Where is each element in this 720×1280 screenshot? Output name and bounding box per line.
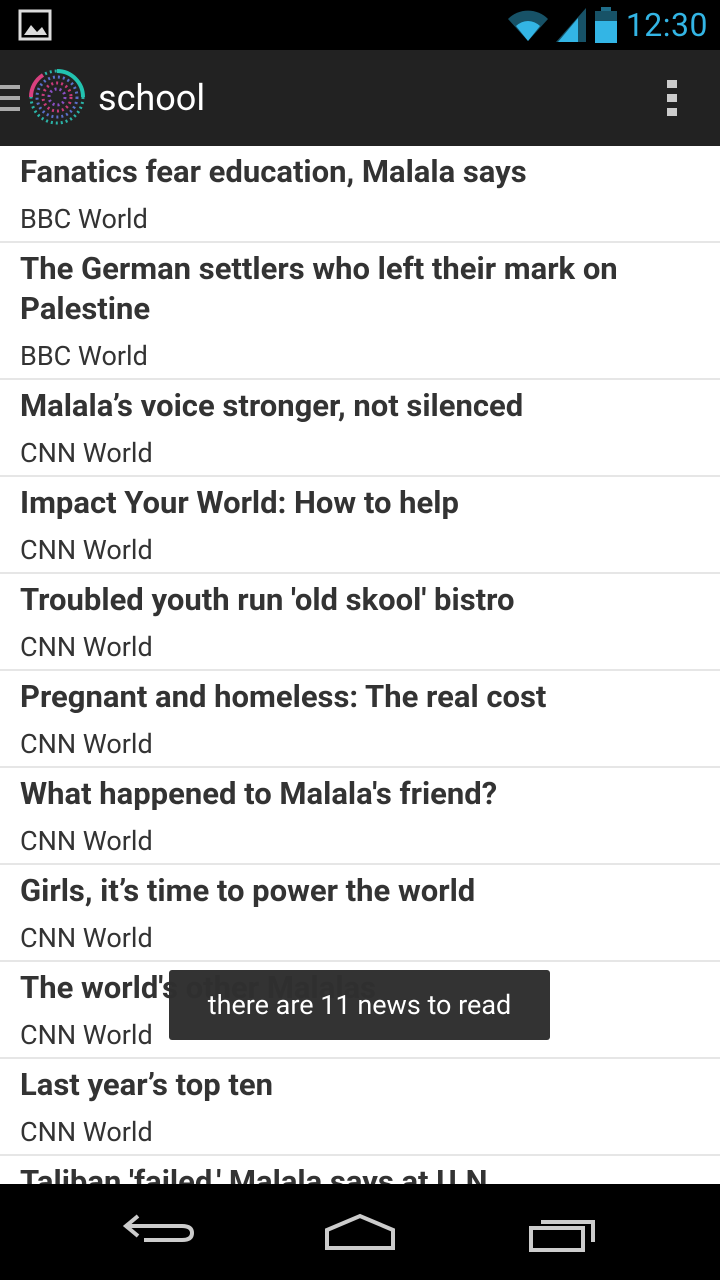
image-notification-icon <box>18 9 52 41</box>
page-title: school <box>98 77 206 119</box>
toast-message: there are 11 news to read <box>169 970 550 1040</box>
drawer-icon[interactable] <box>0 83 20 113</box>
news-headline: Troubled youth run 'old skool' bistro <box>20 581 515 618</box>
news-item[interactable]: Last year’s top ten CNN World <box>0 1059 720 1156</box>
news-item[interactable]: Pregnant and homeless: The real cost CNN… <box>0 671 720 768</box>
news-headline: Taliban 'failed,' Malala says at U.N. <box>20 1163 497 1184</box>
news-item[interactable]: Fanatics fear education, Malala says BBC… <box>0 146 720 243</box>
news-headline: Last year’s top ten <box>20 1066 273 1103</box>
recent-apps-icon[interactable] <box>517 1206 607 1258</box>
news-source: CNN World <box>20 1116 153 1148</box>
news-source: BBC World <box>20 340 148 372</box>
news-item[interactable]: Impact Your World: How to help CNN World <box>0 477 720 574</box>
battery-icon <box>594 7 617 43</box>
news-source: BBC World <box>20 203 148 235</box>
news-item[interactable]: The German settlers who left their mark … <box>0 243 720 380</box>
spiral-logo-icon[interactable] <box>28 68 86 126</box>
overflow-menu-icon[interactable] <box>664 78 680 118</box>
news-headline: Fanatics fear education, Malala says <box>20 153 527 190</box>
news-headline: Pregnant and homeless: The real cost <box>20 678 547 715</box>
signal-icon <box>555 8 586 42</box>
news-headline: What happened to Malala's friend? <box>20 775 498 812</box>
news-item[interactable]: Girls, it’s time to power the world CNN … <box>0 865 720 962</box>
navigation-bar <box>0 1184 720 1280</box>
back-icon[interactable] <box>116 1206 206 1258</box>
news-item[interactable]: What happened to Malala's friend? CNN Wo… <box>0 768 720 865</box>
news-item[interactable]: Troubled youth run 'old skool' bistro CN… <box>0 574 720 671</box>
status-bar: 12:30 <box>0 0 720 50</box>
news-source: CNN World <box>20 534 153 566</box>
news-source: CNN World <box>20 922 153 954</box>
news-source: CNN World <box>20 728 153 760</box>
news-headline: Malala’s voice stronger, not silenced <box>20 387 524 424</box>
action-bar: school <box>0 50 720 146</box>
news-source: CNN World <box>20 631 153 663</box>
wifi-icon <box>507 10 548 41</box>
news-item[interactable]: Taliban 'failed,' Malala says at U.N. <box>0 1156 720 1184</box>
news-headline: Impact Your World: How to help <box>20 484 459 521</box>
news-source: CNN World <box>20 825 153 857</box>
news-headline: Girls, it’s time to power the world <box>20 872 476 909</box>
clock: 12:30 <box>625 6 708 44</box>
news-source: CNN World <box>20 437 153 469</box>
news-item[interactable]: Malala’s voice stronger, not silenced CN… <box>0 380 720 477</box>
news-headline: The German settlers who left their mark … <box>20 250 618 327</box>
home-icon[interactable] <box>315 1206 405 1258</box>
